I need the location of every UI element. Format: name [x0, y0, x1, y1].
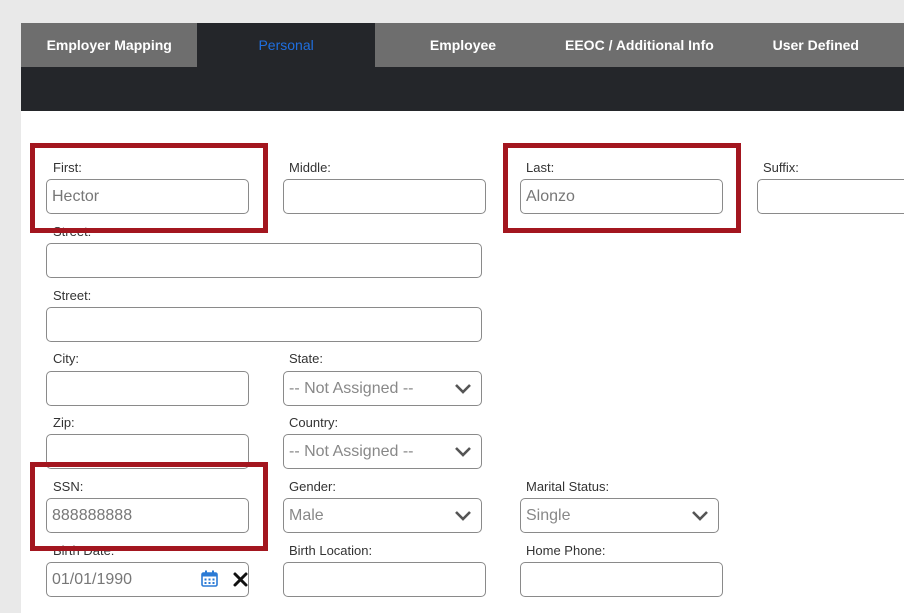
calendar-icon[interactable] [201, 570, 218, 587]
birth-location-input[interactable] [283, 562, 486, 597]
suffix-input[interactable] [757, 179, 904, 214]
suffix-label: Suffix: [763, 160, 799, 175]
middle-name-label: Middle: [289, 160, 331, 175]
marital-status-label: Marital Status: [526, 479, 610, 494]
birth-location-label: Birth Location: [289, 543, 373, 558]
street-2-label: Street: [53, 288, 92, 303]
chevron-down-icon [455, 447, 471, 457]
tab-employee[interactable]: Employee [375, 23, 551, 67]
city-input[interactable] [46, 371, 249, 406]
gender-label: Gender: [289, 479, 336, 494]
country-label: Country: [289, 415, 339, 430]
toolbar [21, 67, 904, 111]
middle-name-input[interactable] [283, 179, 486, 214]
chevron-down-icon [692, 511, 708, 521]
country-select-value: -- Not Assigned -- [289, 443, 414, 460]
street-2-input[interactable] [46, 307, 482, 342]
state-label: State: [289, 351, 323, 366]
first-name-highlight [30, 143, 268, 233]
gender-select-value: Male [289, 507, 324, 524]
gender-select[interactable]: Male [283, 498, 482, 533]
chevron-down-icon [455, 384, 471, 394]
city-label: City: [53, 351, 79, 366]
last-name-highlight [503, 143, 741, 233]
chevron-down-icon [455, 511, 471, 521]
street-1-input[interactable] [46, 243, 482, 278]
state-select-value: -- Not Assigned -- [289, 380, 414, 397]
tab-eeoc-additional-info[interactable]: EEOC / Additional Info [551, 23, 727, 67]
marital-status-select-value: Single [526, 507, 571, 524]
birth-date-input[interactable]: 01/01/1990 [46, 562, 249, 597]
tab-user-defined[interactable]: User Defined [728, 23, 904, 67]
clear-x-icon[interactable] [232, 571, 249, 588]
birth-date-value: 01/01/1990 [52, 571, 133, 588]
state-select[interactable]: -- Not Assigned -- [283, 371, 482, 406]
tab-employer-mapping[interactable]: Employer Mapping [21, 23, 197, 67]
country-select[interactable]: -- Not Assigned -- [283, 434, 482, 469]
home-phone-label: Home Phone: [526, 543, 606, 558]
tab-bar: Employer Mapping Personal Employee EEOC … [21, 23, 904, 67]
marital-status-select[interactable]: Single [520, 498, 719, 533]
form-frame: Employer Mapping Personal Employee EEOC … [21, 23, 904, 613]
tab-personal[interactable]: Personal [197, 23, 375, 67]
home-phone-input[interactable] [520, 562, 723, 597]
ssn-highlight [30, 462, 268, 551]
zip-label: Zip: [53, 415, 75, 430]
